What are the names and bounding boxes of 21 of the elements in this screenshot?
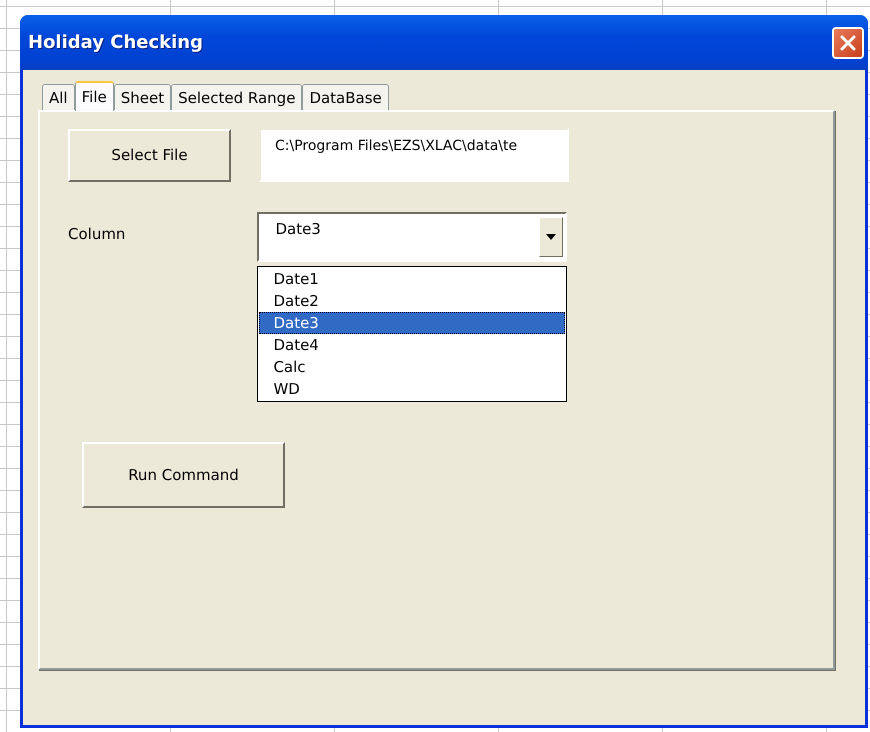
file-path-field[interactable]: C:\Program Files\EZS\XLAC\data\te [259,128,569,182]
dropdown-option[interactable]: Date1 [259,268,566,290]
dropdown-option[interactable]: Date4 [259,334,566,356]
column-label: Column [68,225,126,245]
dropdown-arrow-button[interactable] [539,217,564,257]
caret-icon [546,234,556,240]
dropdown-option[interactable]: Date2 [259,290,566,312]
select-file-button[interactable]: Select File [68,128,231,182]
tab[interactable]: All [42,84,75,110]
dropdown-option[interactable]: Date3 [259,312,566,334]
column-dropdown[interactable]: Date3 [257,212,568,262]
dropdown-option[interactable]: Calc [259,356,566,378]
tab[interactable]: Sheet [114,84,172,110]
tab[interactable]: DataBase [302,84,389,110]
tab[interactable]: Selected Range [171,84,302,110]
close-button[interactable] [832,26,864,58]
close-icon [839,34,857,52]
window-title: Holiday Checking [28,32,203,53]
dropdown-option[interactable]: WD [259,378,566,400]
tab[interactable]: File [74,81,114,111]
run-command-button[interactable]: Run Command [82,442,285,508]
